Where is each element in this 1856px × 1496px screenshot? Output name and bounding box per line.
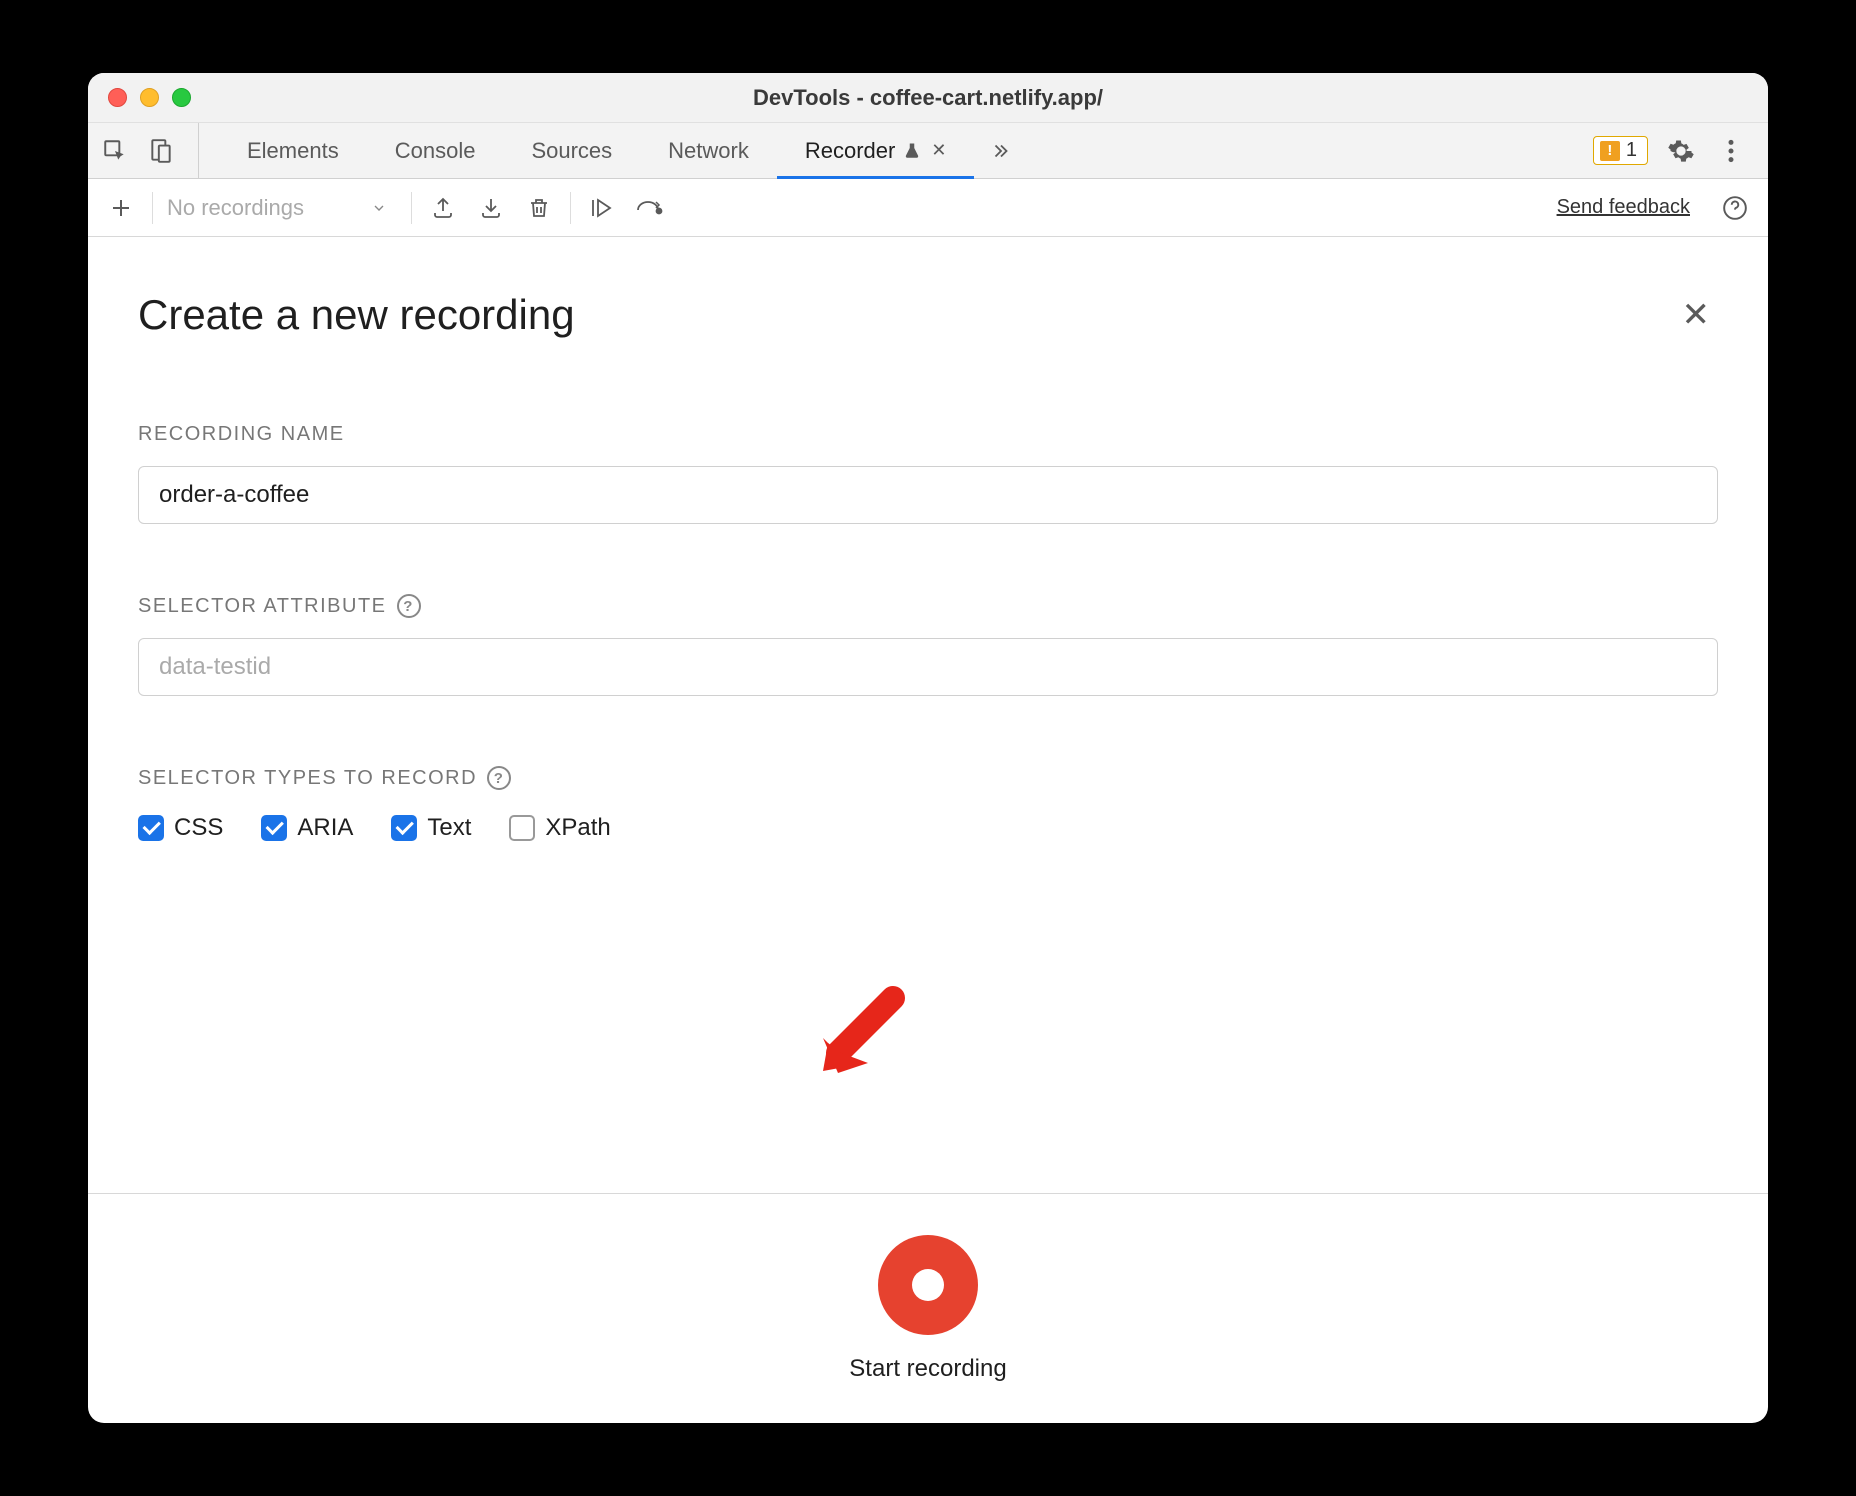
step-icon[interactable] (633, 191, 667, 225)
warning-icon: ! (1600, 141, 1620, 161)
replay-icon[interactable] (585, 191, 619, 225)
checkbox-text[interactable]: Text (391, 814, 471, 842)
new-recording-icon[interactable] (104, 191, 138, 225)
tab-recorder[interactable]: Recorder ✕ (777, 123, 975, 178)
devtools-window: DevTools - coffee-cart.netlify.app/ Elem… (88, 73, 1768, 1423)
checkbox-label: Text (427, 814, 471, 842)
start-recording-label: Start recording (849, 1355, 1006, 1383)
tab-console[interactable]: Console (367, 123, 504, 178)
checkbox-css[interactable]: CSS (138, 814, 223, 842)
selector-attribute-label: SELECTOR ATTRIBUTE ? (138, 594, 1718, 618)
window-controls (108, 88, 191, 107)
help-icon[interactable] (1718, 191, 1752, 225)
experiment-flask-icon (903, 142, 921, 160)
checkbox-icon (391, 815, 417, 841)
export-icon[interactable] (426, 191, 460, 225)
tab-label: Network (668, 138, 749, 164)
warning-count: 1 (1626, 139, 1637, 162)
tab-label: Console (395, 138, 476, 164)
settings-gear-icon[interactable] (1664, 134, 1698, 168)
recorder-toolbar: No recordings Send feedback (88, 179, 1768, 237)
start-recording-button[interactable] (878, 1235, 978, 1335)
tab-label: Sources (531, 138, 612, 164)
label-text: SELECTOR ATTRIBUTE (138, 595, 387, 618)
tab-label: Recorder (805, 138, 895, 164)
import-icon[interactable] (474, 191, 508, 225)
annotation-arrow-icon (808, 983, 908, 1083)
delete-icon[interactable] (522, 191, 556, 225)
recording-name-label: RECORDING NAME (138, 423, 1718, 446)
checkbox-label: CSS (174, 814, 223, 842)
label-text: SELECTOR TYPES TO RECORD (138, 767, 477, 790)
page-title: Create a new recording (138, 291, 575, 339)
start-recording-footer: Start recording (88, 1193, 1768, 1423)
tab-label: Elements (247, 138, 339, 164)
checkbox-aria[interactable]: ARIA (261, 814, 353, 842)
recordings-dropdown[interactable]: No recordings (167, 195, 397, 221)
checkbox-label: XPath (545, 814, 610, 842)
checkbox-icon (261, 815, 287, 841)
recording-name-input[interactable] (138, 466, 1718, 524)
recorder-create-panel: Create a new recording ✕ RECORDING NAME … (88, 237, 1768, 1193)
checkbox-icon (509, 815, 535, 841)
panel-tabs: Elements Console Sources Network Recorde… (219, 123, 1593, 178)
inspect-element-icon[interactable] (98, 134, 132, 168)
minimize-window-button[interactable] (140, 88, 159, 107)
close-panel-button[interactable]: ✕ (1674, 287, 1719, 343)
checkbox-label: ARIA (297, 814, 353, 842)
record-dot-icon (912, 1269, 944, 1301)
tab-network[interactable]: Network (640, 123, 777, 178)
close-tab-icon[interactable]: ✕ (931, 140, 946, 161)
maximize-window-button[interactable] (172, 88, 191, 107)
help-icon[interactable]: ? (487, 766, 511, 790)
send-feedback-link[interactable]: Send feedback (1557, 196, 1690, 219)
help-icon[interactable]: ? (397, 594, 421, 618)
selector-types-label: SELECTOR TYPES TO RECORD ? (138, 766, 1718, 790)
more-tabs-icon[interactable] (984, 134, 1018, 168)
separator (152, 192, 153, 224)
separator (570, 192, 571, 224)
warnings-badge[interactable]: ! 1 (1593, 136, 1648, 165)
titlebar: DevTools - coffee-cart.netlify.app/ (88, 73, 1768, 123)
window-title: DevTools - coffee-cart.netlify.app/ (108, 85, 1748, 111)
tab-elements[interactable]: Elements (219, 123, 367, 178)
chevron-down-icon (371, 200, 387, 216)
checkbox-icon (138, 815, 164, 841)
close-window-button[interactable] (108, 88, 127, 107)
dropdown-label: No recordings (167, 195, 304, 221)
checkbox-xpath[interactable]: XPath (509, 814, 610, 842)
selector-types-checkboxes: CSS ARIA Text XPath (138, 814, 1718, 842)
separator (411, 192, 412, 224)
devtools-tabbar: Elements Console Sources Network Recorde… (88, 123, 1768, 179)
selector-attribute-input[interactable] (138, 638, 1718, 696)
more-options-icon[interactable] (1714, 134, 1748, 168)
label-text: RECORDING NAME (138, 423, 345, 446)
device-toolbar-icon[interactable] (144, 134, 178, 168)
tab-sources[interactable]: Sources (503, 123, 640, 178)
